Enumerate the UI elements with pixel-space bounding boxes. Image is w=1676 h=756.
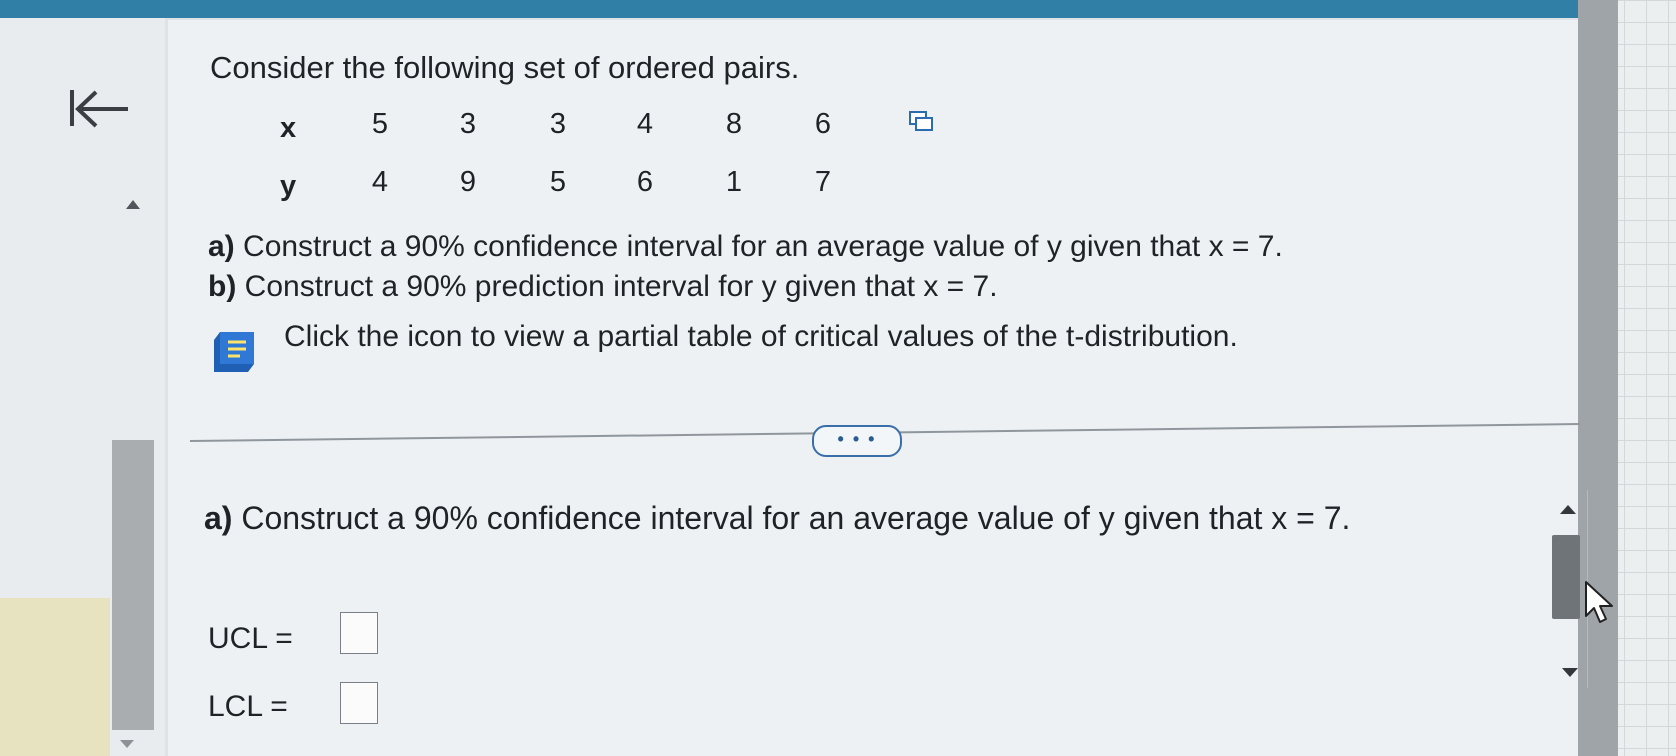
lcl-input[interactable] bbox=[340, 682, 378, 724]
ucl-input[interactable] bbox=[340, 612, 378, 654]
left-scrollbar-thumb[interactable] bbox=[112, 440, 154, 730]
y-row-label: y bbox=[280, 170, 297, 202]
x-value: 3 bbox=[549, 108, 567, 140]
back-arrow-icon[interactable] bbox=[66, 82, 136, 142]
x-value: 4 bbox=[636, 108, 654, 140]
left-scroll-up-icon[interactable] bbox=[126, 200, 140, 209]
part-b-text: Construct a 90% prediction interval for … bbox=[236, 270, 998, 303]
right-scrollbar-thumb[interactable] bbox=[1552, 535, 1580, 619]
x-value: 6 bbox=[814, 108, 832, 140]
problem-title: Consider the following set of ordered pa… bbox=[210, 50, 800, 85]
top-bar bbox=[0, 0, 1676, 18]
mouse-pointer-icon bbox=[1584, 580, 1618, 630]
part-a-prefix: a) bbox=[208, 230, 235, 263]
answer-part-text: Construct a 90% confidence interval for … bbox=[232, 500, 1351, 536]
x-value: 8 bbox=[725, 108, 743, 140]
x-value: 5 bbox=[371, 108, 389, 140]
y-value: 7 bbox=[814, 166, 832, 198]
part-b-question: b) Construct a 90% prediction interval f… bbox=[208, 270, 998, 304]
left-scroll-down-icon[interactable] bbox=[120, 740, 134, 748]
part-b-prefix: b) bbox=[208, 270, 237, 303]
part-a-question: a) Construct a 90% confidence interval f… bbox=[208, 230, 1283, 264]
y-value: 6 bbox=[636, 166, 654, 198]
ucl-label: UCL = bbox=[208, 622, 293, 655]
y-value: 9 bbox=[459, 166, 477, 198]
x-row-label: x bbox=[280, 112, 297, 144]
y-value: 5 bbox=[549, 166, 567, 198]
help-text: Click the icon to view a partial table o… bbox=[284, 320, 1238, 353]
answer-part-a-question: a) Construct a 90% confidence interval f… bbox=[204, 500, 1350, 537]
copy-data-icon[interactable] bbox=[908, 110, 934, 132]
part-a-text: Construct a 90% confidence interval for … bbox=[234, 230, 1283, 263]
more-button[interactable]: • • • bbox=[812, 425, 902, 457]
book-icon[interactable] bbox=[210, 330, 258, 374]
y-value: 1 bbox=[725, 166, 743, 198]
lcl-label: LCL = bbox=[208, 690, 288, 723]
yellow-area bbox=[0, 598, 110, 756]
answer-part-prefix: a) bbox=[204, 500, 233, 536]
right-scroll-down-icon[interactable] bbox=[1562, 668, 1578, 677]
x-value: 3 bbox=[459, 108, 477, 140]
y-value: 4 bbox=[371, 166, 389, 198]
right-scroll-up-icon[interactable] bbox=[1560, 505, 1576, 514]
